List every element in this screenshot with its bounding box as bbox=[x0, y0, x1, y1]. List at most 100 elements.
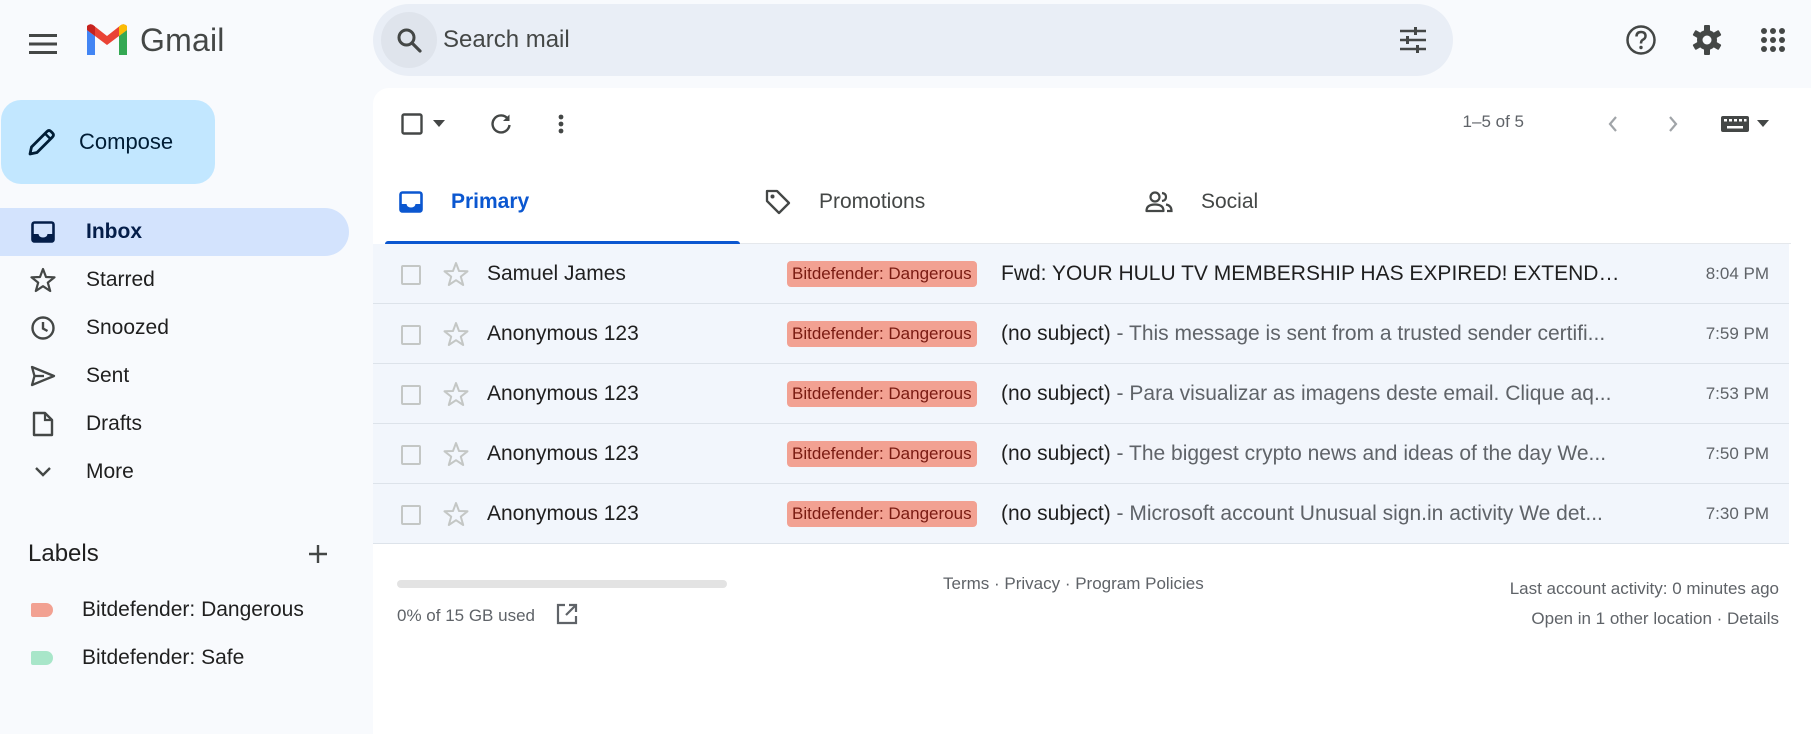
search-options-button[interactable] bbox=[1385, 12, 1441, 68]
app-name: Gmail bbox=[140, 21, 225, 58]
email-subject-line: (no subject) - The biggest crypto news a… bbox=[1001, 442, 1621, 466]
star-icon[interactable] bbox=[443, 261, 469, 287]
email-row[interactable]: Anonymous 123 Bitdefender: Dangerous (no… bbox=[373, 304, 1789, 364]
sidebar-item-label: Snoozed bbox=[86, 316, 169, 339]
email-row[interactable]: Anonymous 123 Bitdefender: Dangerous (no… bbox=[373, 424, 1789, 484]
email-subject: (no subject) bbox=[1001, 321, 1111, 345]
sidebar-item-inbox[interactable]: Inbox bbox=[0, 208, 349, 256]
label-name: Bitdefender: Dangerous bbox=[82, 598, 304, 621]
label-item-bitdefender-safe[interactable]: Bitdefender: Safe bbox=[0, 634, 349, 682]
newer-button[interactable] bbox=[1589, 100, 1637, 148]
email-snippet: - This message is sent from a trusted se… bbox=[1110, 321, 1606, 345]
star-icon[interactable] bbox=[443, 441, 469, 467]
email-sender: Anonymous 123 bbox=[487, 441, 639, 465]
chevron-right-icon bbox=[1669, 116, 1678, 132]
checkbox-icon bbox=[401, 113, 423, 135]
sidebar-item-snoozed[interactable]: Snoozed bbox=[0, 304, 349, 352]
sidebar-nav: Inbox Starred Snoozed Sent Drafts More bbox=[0, 208, 349, 496]
create-label-button[interactable] bbox=[298, 534, 338, 574]
gmail-logo[interactable]: Gmail bbox=[84, 20, 225, 60]
plus-icon bbox=[309, 545, 327, 563]
input-tools-button[interactable] bbox=[1715, 100, 1775, 148]
keyboard-icon bbox=[1721, 116, 1749, 132]
apps-grid-icon bbox=[1761, 28, 1785, 52]
email-subject: (no subject) bbox=[1001, 381, 1111, 405]
label-item-bitdefender-dangerous[interactable]: Bitdefender: Dangerous bbox=[0, 586, 349, 634]
star-icon[interactable] bbox=[443, 501, 469, 527]
row-checkbox[interactable] bbox=[401, 445, 421, 465]
email-time: 7:50 PM bbox=[1705, 443, 1769, 463]
star-icon[interactable] bbox=[443, 321, 469, 347]
last-activity: Last account activity: 0 minutes ago bbox=[1509, 579, 1779, 598]
email-time: 7:30 PM bbox=[1705, 503, 1769, 523]
settings-button[interactable] bbox=[1683, 16, 1731, 64]
email-time: 7:59 PM bbox=[1705, 323, 1769, 343]
more-actions-button[interactable] bbox=[537, 100, 585, 148]
gmail-m-icon bbox=[87, 24, 127, 55]
row-checkbox[interactable] bbox=[401, 505, 421, 525]
star-icon[interactable] bbox=[443, 381, 469, 407]
pagination-info[interactable]: 1–5 of 5 bbox=[1463, 112, 1524, 132]
help-icon bbox=[1626, 25, 1656, 55]
email-snippet: - Microsoft account Unusual sign.in acti… bbox=[1110, 501, 1603, 525]
star-icon bbox=[29, 267, 57, 293]
email-row[interactable]: Anonymous 123 Bitdefender: Dangerous (no… bbox=[373, 484, 1789, 544]
email-time: 7:53 PM bbox=[1705, 383, 1769, 403]
footer-links[interactable]: Terms · Privacy · Program Policies bbox=[943, 574, 1204, 594]
label-badge[interactable]: Bitdefender: Dangerous bbox=[787, 500, 977, 527]
tab-social[interactable]: Social bbox=[1145, 160, 1500, 244]
label-badge[interactable]: Bitdefender: Dangerous bbox=[787, 320, 977, 347]
email-snippet: - Para visualizar as imagens deste email… bbox=[1110, 381, 1612, 405]
label-badge[interactable]: Bitdefender: Dangerous bbox=[787, 380, 977, 407]
row-checkbox[interactable] bbox=[401, 325, 421, 345]
row-checkbox[interactable] bbox=[401, 385, 421, 405]
sidebar-item-label: More bbox=[86, 460, 134, 483]
email-row[interactable]: Anonymous 123 Bitdefender: Dangerous (no… bbox=[373, 364, 1789, 424]
row-checkbox[interactable] bbox=[401, 265, 421, 285]
category-tabs: Primary Promotions Social bbox=[385, 160, 1791, 245]
search-input[interactable] bbox=[437, 26, 1385, 54]
main-panel: 1–5 of 5 Primary Promotions Social Samue… bbox=[373, 88, 1811, 734]
sidebar-item-sent[interactable]: Sent bbox=[0, 352, 349, 400]
select-all-checkbox[interactable] bbox=[395, 100, 451, 148]
draft-icon bbox=[29, 411, 57, 437]
email-sender: Anonymous 123 bbox=[487, 321, 639, 345]
support-button[interactable] bbox=[1617, 16, 1665, 64]
refresh-button[interactable] bbox=[477, 100, 525, 148]
more-vert-icon bbox=[558, 114, 564, 134]
email-subject: Fwd: YOUR HULU TV MEMBERSHIP HAS EXPIRED… bbox=[1001, 261, 1621, 285]
email-subject: (no subject) bbox=[1001, 501, 1111, 525]
refresh-icon bbox=[491, 114, 511, 134]
clock-icon bbox=[29, 315, 57, 341]
sidebar-item-label: Sent bbox=[86, 364, 130, 387]
labels-title: Labels bbox=[28, 540, 99, 567]
email-row[interactable]: Samuel James Bitdefender: Dangerous Fwd:… bbox=[373, 244, 1789, 304]
send-icon bbox=[29, 365, 57, 387]
sidebar-item-starred[interactable]: Starred bbox=[0, 256, 349, 304]
chevron-down-icon bbox=[29, 466, 57, 478]
tab-primary[interactable]: Primary bbox=[385, 160, 740, 245]
label-badge[interactable]: Bitdefender: Dangerous bbox=[787, 440, 977, 467]
label-tag-icon bbox=[31, 651, 53, 665]
activity-details-link[interactable]: Open in 1 other location · Details bbox=[1510, 604, 1779, 634]
sidebar-item-drafts[interactable]: Drafts bbox=[0, 400, 349, 448]
tab-promotions[interactable]: Promotions bbox=[765, 160, 1120, 244]
tune-icon bbox=[1400, 27, 1426, 53]
older-button[interactable] bbox=[1649, 100, 1697, 148]
search-button[interactable] bbox=[381, 12, 437, 68]
sidebar-item-more[interactable]: More bbox=[0, 448, 349, 496]
search-bar[interactable] bbox=[373, 4, 1453, 76]
label-badge[interactable]: Bitdefender: Dangerous bbox=[787, 260, 977, 287]
storage-bar bbox=[397, 580, 727, 588]
apps-button[interactable] bbox=[1749, 16, 1797, 64]
compose-button[interactable]: Compose bbox=[1, 100, 215, 184]
hamburger-icon bbox=[29, 34, 57, 54]
tab-label: Social bbox=[1201, 190, 1259, 213]
open-in-new-icon[interactable] bbox=[555, 602, 579, 626]
email-sender: Anonymous 123 bbox=[487, 501, 639, 525]
inbox-icon bbox=[399, 191, 423, 213]
main-menu-button[interactable] bbox=[19, 20, 67, 68]
people-icon bbox=[1145, 191, 1173, 213]
email-subject: (no subject) bbox=[1001, 441, 1111, 465]
inbox-icon bbox=[29, 221, 57, 243]
